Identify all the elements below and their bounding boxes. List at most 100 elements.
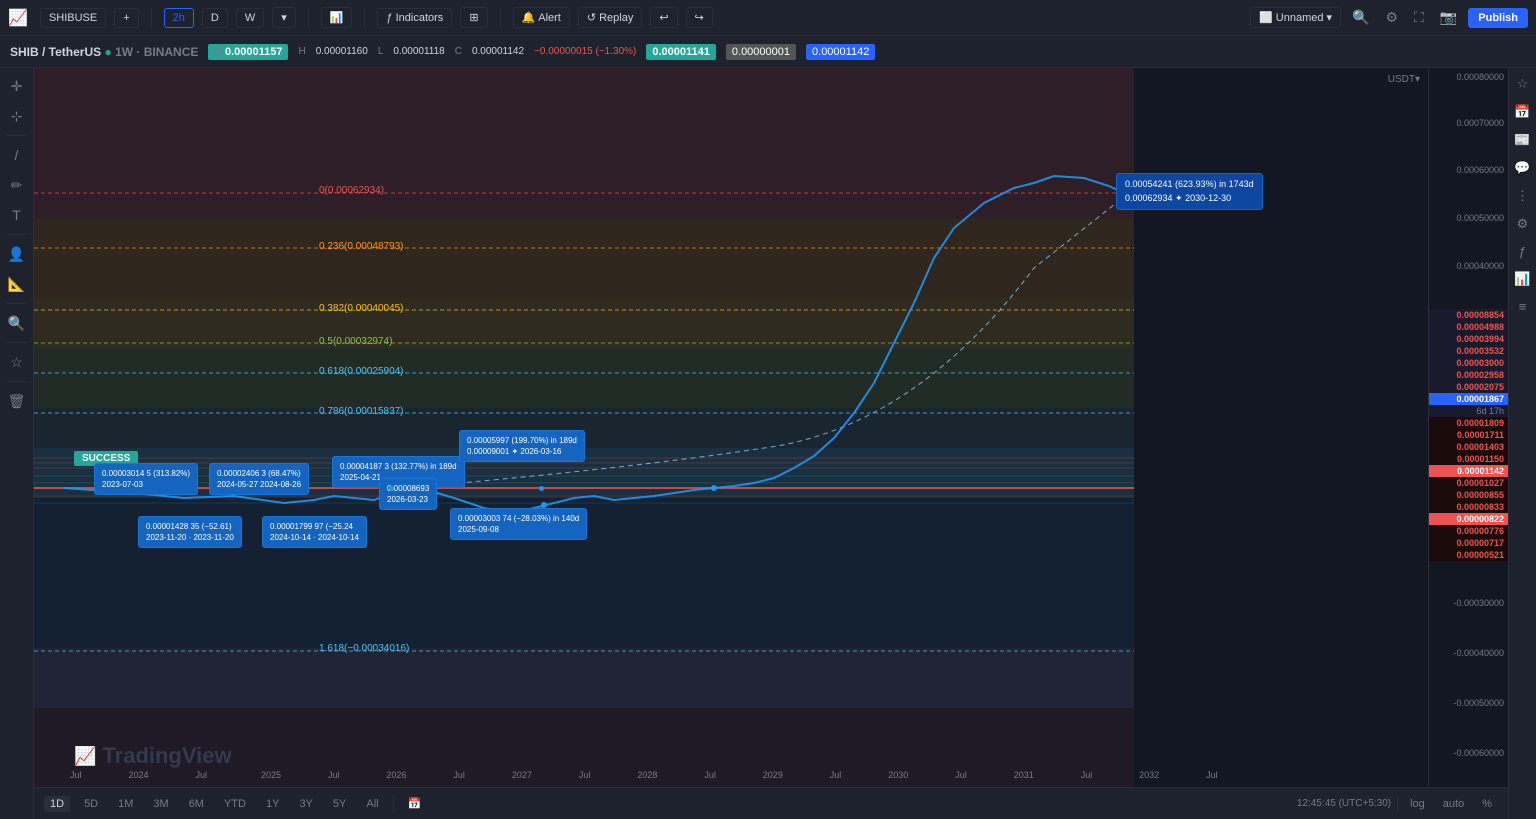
time-jul-2032: Jul: [1206, 770, 1218, 780]
time-2032: 2032: [1139, 770, 1159, 780]
measure-tool[interactable]: 📐: [2, 270, 32, 298]
topbar: 📈 SHIBUSE + 2h D W ▾ 📊 ƒ Indicators ⊞ 🔔 …: [0, 0, 1536, 36]
time-jul-2028: Jul: [704, 770, 716, 780]
time-jul-2026: Jul: [453, 770, 465, 780]
unnamed-button[interactable]: ⬜ Unnamed ▾: [1250, 7, 1341, 28]
tv-logo[interactable]: 📈: [8, 8, 28, 28]
bid-1027: 0.00001027: [1429, 477, 1508, 489]
symbol-name: SHIBUSE: [49, 12, 97, 24]
tf-6m-button[interactable]: 6M: [183, 796, 210, 812]
bottombar: 1D 5D 1M 3M 6M YTD 1Y 3Y 5Y All 📅 12:45:…: [34, 787, 1508, 819]
bb-right: 12:45:45 (UTC+5:30) log auto %: [1297, 795, 1498, 813]
chart-area[interactable]: USDT▾ 0(0.00062934) 0.236(0.00048793) 0.…: [34, 68, 1428, 819]
annotation-la4: 0.00001799 97 (−25.24 2024-10-14 · 2024-…: [262, 516, 367, 548]
screenshot-button[interactable]: 📷: [1435, 6, 1462, 29]
bid-1403: 0.00001403: [1429, 441, 1508, 453]
change-value: −0.00000015 (−1.30%): [534, 46, 636, 57]
bid-833: 0.00000833: [1429, 501, 1508, 513]
pen-tool[interactable]: ✏: [2, 171, 32, 199]
time-2029: 2029: [763, 770, 783, 780]
chevron-down-icon: ▾: [1326, 11, 1332, 24]
fib-786-label: 0.786(0.00015837): [319, 406, 404, 417]
interval-d-button[interactable]: D: [202, 8, 228, 28]
tf-3y-button[interactable]: 3Y: [293, 796, 318, 812]
events-button[interactable]: 📅: [402, 795, 428, 812]
settings-rt-button[interactable]: ⚙: [1513, 212, 1533, 236]
indicators-button[interactable]: ƒ Indicators: [377, 8, 452, 28]
time-jul-2030: Jul: [955, 770, 967, 780]
currency-label: USDT▾: [1388, 74, 1420, 85]
top-annotation-line1: 0.00054241 (623.93%) in 1743d: [1125, 178, 1254, 192]
interval-dropdown[interactable]: ▾: [272, 7, 296, 28]
price-0007: 0.00070000: [1456, 118, 1504, 128]
price-neg5: -0.00050000: [1453, 698, 1504, 708]
trend-line-tool[interactable]: /: [2, 141, 32, 169]
tf-3m-button[interactable]: 3M: [147, 796, 174, 812]
ask-3000: 0.00003000: [1429, 357, 1508, 369]
tf-all-button[interactable]: All: [360, 796, 384, 812]
settings-button[interactable]: ⚙: [1380, 6, 1403, 29]
main-area: ✛ ⊹ / ✏ T 👤 📐 🔍 ☆ 🗑: [0, 68, 1536, 819]
search-button[interactable]: 🔍: [1347, 6, 1374, 29]
indicator-rt-button[interactable]: ƒ: [1515, 240, 1530, 263]
fib-5-label: 0.5(0.00032974): [319, 336, 392, 347]
redo-button[interactable]: ↪: [686, 7, 713, 28]
topbar-right: ⬜ Unnamed ▾ 🔍 ⚙ ⛶ 📷 Publish: [1250, 6, 1528, 29]
interval-w-button[interactable]: W: [236, 8, 264, 28]
tf-1m-button[interactable]: 1M: [112, 796, 139, 812]
auto-scale-button[interactable]: auto: [1437, 796, 1470, 812]
alert-button[interactable]: 🔔 Alert: [513, 7, 570, 28]
histogram-rt-button[interactable]: 📊: [1510, 267, 1534, 291]
tf-5y-button[interactable]: 5Y: [327, 796, 352, 812]
lines-rt-button[interactable]: ≡: [1515, 295, 1531, 318]
price-0005: 0.00050000: [1456, 213, 1504, 223]
price-scale: 0.00080000 0.00070000 0.00060000 0.00050…: [1429, 68, 1508, 819]
tf-5d-button[interactable]: 5D: [78, 796, 104, 812]
ask-2075: 0.00002075: [1429, 381, 1508, 393]
ask-3532: 0.00003532: [1429, 345, 1508, 357]
annotation-la1: 0.00003014 5 (313.82%) 2023-07-03: [94, 463, 198, 495]
time-2031: 2031: [1014, 770, 1034, 780]
indicators-icon: ƒ: [386, 12, 392, 24]
sep3: [364, 8, 365, 28]
time-2025: 2025: [261, 770, 281, 780]
bid-1809: 0.00001809: [1429, 417, 1508, 429]
right-price-panel: 0.00080000 0.00070000 0.00060000 0.00050…: [1428, 68, 1508, 819]
tf-1d-button[interactable]: 1D: [44, 796, 70, 812]
bid-717: 0.00000717: [1429, 537, 1508, 549]
chart-type-button[interactable]: 📊: [321, 7, 353, 28]
tf-ytd-button[interactable]: YTD: [218, 796, 252, 812]
watchlist-tool[interactable]: ☆: [2, 348, 32, 376]
news-rt-button[interactable]: 📰: [1510, 128, 1534, 152]
zoom-tool[interactable]: 🔍: [2, 309, 32, 337]
time-2026: 2026: [386, 770, 406, 780]
log-scale-button[interactable]: log: [1404, 796, 1431, 812]
watchlist-rt-button[interactable]: ☆: [1513, 72, 1533, 96]
publish-button[interactable]: Publish: [1468, 8, 1528, 28]
interval-2h-button[interactable]: 2h: [164, 8, 194, 28]
cursor-tool[interactable]: ✛: [2, 72, 32, 100]
dots-rt-button[interactable]: ⋮: [1512, 184, 1533, 208]
text-tool[interactable]: T: [2, 201, 32, 229]
ask-4988: 0.00004988: [1429, 321, 1508, 333]
tf-1y-button[interactable]: 1Y: [260, 796, 285, 812]
open-label: O: [214, 47, 225, 58]
annotation-bot1: 0.00003003 74 (−28.03%) in 140d 2025-09-…: [450, 508, 587, 540]
undo-button[interactable]: ↩: [650, 7, 677, 28]
add-symbol-button[interactable]: +: [114, 8, 138, 28]
price-0008: 0.00080000: [1456, 72, 1504, 82]
top-annotation-box: 0.00054241 (623.93%) in 1743d 0.00062934…: [1116, 173, 1263, 210]
fullscreen-button[interactable]: ⛶: [1409, 6, 1429, 29]
calendar-rt-button[interactable]: 📅: [1510, 100, 1534, 124]
percent-scale-button[interactable]: %: [1476, 796, 1498, 812]
trash-tool[interactable]: 🗑: [2, 387, 32, 415]
symbol-button[interactable]: SHIBUSE: [40, 8, 106, 28]
crosshair-tool[interactable]: ⊹: [2, 102, 32, 130]
replay-icon: ↺: [587, 11, 596, 24]
chat-rt-button[interactable]: 💬: [1510, 156, 1534, 180]
replay-button[interactable]: ↺ Replay: [578, 7, 642, 28]
templates-button[interactable]: ⊞: [460, 7, 487, 28]
close-label: C: [455, 46, 462, 57]
time-jul-2029: Jul: [830, 770, 842, 780]
pattern-tool[interactable]: 👤: [2, 240, 32, 268]
